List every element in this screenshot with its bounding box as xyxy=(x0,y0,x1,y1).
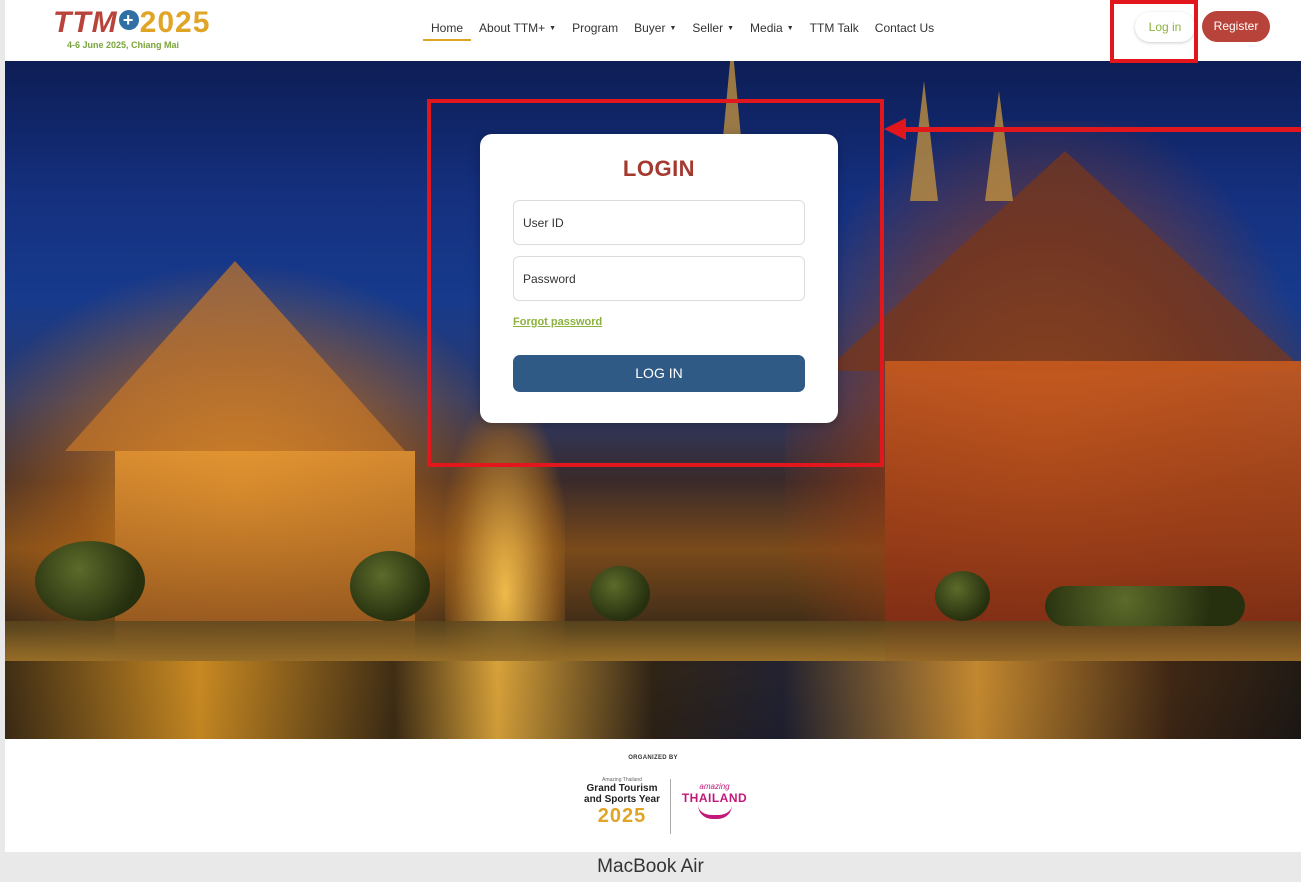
nav-label: Media xyxy=(750,21,783,35)
grand-tourism-logo: Amazing Thailand Grand Tourism and Sport… xyxy=(572,777,672,837)
annotation-highlight-login xyxy=(1110,0,1198,63)
temple-spire xyxy=(910,81,938,201)
chevron-down-icon: ▼ xyxy=(549,25,557,32)
chevron-down-icon: ▼ xyxy=(786,25,794,32)
register-button[interactable]: Register xyxy=(1202,11,1270,42)
nav-label: About TTM+ xyxy=(479,21,546,35)
shrub xyxy=(35,541,145,621)
device-label: MacBook Air xyxy=(597,856,704,877)
site-header: TTM +2025 4-6 June 2025, Chiang Mai Home … xyxy=(5,0,1301,61)
logo-subtitle: 4-6 June 2025, Chiang Mai xyxy=(67,40,180,50)
nav-item-home[interactable]: Home xyxy=(423,19,472,41)
organized-by-label: ORGANIZED BY xyxy=(628,755,678,761)
nav-item-contact[interactable]: Contact Us xyxy=(867,19,942,41)
gt-line-1: Grand Tourism xyxy=(586,783,658,794)
annotation-highlight-card xyxy=(427,99,884,467)
nav-label: TTM Talk xyxy=(809,21,859,35)
gt-line-2: and Sports Year xyxy=(584,794,660,805)
nav-item-ttm-talk[interactable]: TTM Talk xyxy=(802,19,867,41)
nav-label: Program xyxy=(572,21,619,35)
shrub xyxy=(590,566,650,621)
footer-divider xyxy=(670,779,671,834)
nav-item-buyer[interactable]: Buyer ▼ xyxy=(626,19,684,41)
smile-icon xyxy=(697,805,732,819)
nav-label: Contact Us xyxy=(874,21,935,35)
nav-label: Home xyxy=(431,21,464,35)
nav-item-program[interactable]: Program xyxy=(564,19,626,41)
shrub-row xyxy=(1045,586,1245,626)
gt-year: 2025 xyxy=(597,805,647,827)
arrow-left-icon xyxy=(884,118,906,140)
nav-item-about[interactable]: About TTM+ ▼ xyxy=(471,19,564,41)
temple-roof-right xyxy=(825,151,1301,371)
shrub xyxy=(350,551,430,621)
site-footer: ORGANIZED BY Amazing Thailand Grand Tour… xyxy=(5,739,1301,852)
annotation-arrow-line xyxy=(900,127,1301,132)
logo-wordmark: TTM +2025 xyxy=(53,6,210,40)
logo-plus-icon: + xyxy=(118,10,139,30)
logo-ttm-text: TTM xyxy=(53,6,118,39)
nav-item-seller[interactable]: Seller ▼ xyxy=(684,19,742,41)
chevron-down-icon: ▼ xyxy=(727,25,735,32)
th-main-text: THAILAND xyxy=(681,791,748,805)
nav-label: Buyer xyxy=(634,21,666,35)
ttm-logo[interactable]: TTM +2025 4-6 June 2025, Chiang Mai xyxy=(53,6,209,54)
th-small-text: amazing xyxy=(699,782,730,791)
nav-label: Seller xyxy=(692,21,724,35)
logo-year-text: 2025 xyxy=(139,6,211,39)
water-reflection xyxy=(5,661,1301,739)
nav-item-media[interactable]: Media ▼ xyxy=(742,19,802,41)
chevron-down-icon: ▼ xyxy=(669,25,677,32)
main-nav: Home About TTM+ ▼ Program Buyer ▼ Seller ▼ … xyxy=(423,19,942,41)
temple-spire xyxy=(985,91,1013,201)
shrub xyxy=(935,571,990,621)
amazing-thailand-logo: amazing THAILAND xyxy=(677,782,752,832)
temple-ground xyxy=(5,621,1301,661)
temple-roof-left xyxy=(65,261,405,451)
